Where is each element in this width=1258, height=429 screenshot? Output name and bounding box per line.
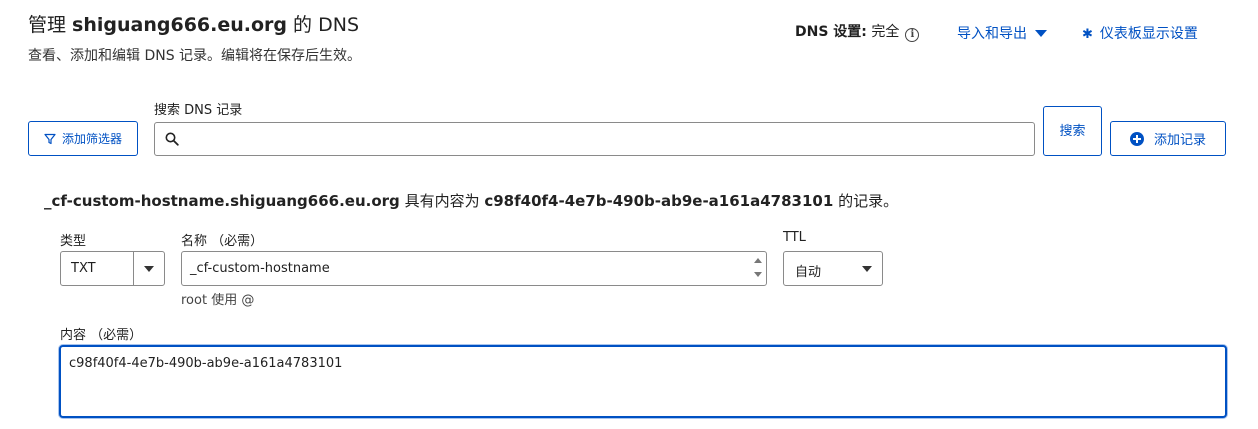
add-record-label: 添加记录 [1153,133,1206,148]
record-end-text: 的记录。 [833,192,899,210]
search-input[interactable] [187,127,1027,151]
dns-setting-value: 完全 [871,24,900,40]
name-spinner[interactable] [752,255,764,282]
content-value: c98f40f4-4e7b-490b-ab9e-a161a4783101 [69,356,343,371]
type-value: TXT [71,261,96,276]
name-hint: root 使用 @ [181,293,255,308]
search-field[interactable] [154,122,1035,156]
type-label: 类型 [60,234,87,249]
search-label: 搜索 DNS 记录 [154,103,243,118]
dns-setting-label: DNS 设置: [795,24,867,40]
info-icon[interactable]: i [905,28,920,42]
ttl-select[interactable]: 自动 [783,251,883,286]
ttl-label: TTL [783,230,806,245]
chevron-down-icon [862,266,872,272]
page-title: 管理 shiguang666.eu.org 的 DNS [28,10,359,37]
name-value: _cf-custom-hostname [190,261,330,276]
spinner-down-icon[interactable] [754,272,762,277]
plus-circle-icon [1129,131,1144,146]
ttl-value: 自动 [795,265,822,280]
record-middle-text: 具有内容为 [399,192,485,210]
type-select-divider [133,252,134,285]
chevron-down-icon [144,266,154,272]
record-content-value: c98f40f4-4e7b-490b-ab9e-a161a4783101 [484,192,834,210]
record-host: _cf-custom-hostname.shiguang666.eu.org [44,192,400,210]
add-filter-button[interactable]: 添加筛选器 [28,121,138,156]
name-label: 名称 （必需） [181,234,264,249]
dns-setting: DNS 设置: 完全 i [795,21,920,42]
content-textarea[interactable]: c98f40f4-4e7b-490b-ab9e-a161a4783101 [59,345,1227,418]
record-description: _cf-custom-hostname.shiguang666.eu.org 具… [44,190,898,211]
page-subtitle: 查看、添加和编辑 DNS 记录。编辑将在保存后生效。 [28,48,362,64]
name-field[interactable]: _cf-custom-hostname [181,251,767,286]
dashboard-display-settings-link[interactable]: ✱ 仪表板显示设置 [1082,23,1198,43]
content-label: 内容 （必需） [60,328,143,343]
gear-icon: ✱ [1082,27,1093,42]
spinner-up-icon[interactable] [754,258,762,263]
add-filter-label: 添加筛选器 [61,132,122,146]
type-select[interactable]: TXT [60,251,165,286]
title-prefix: 管理 [28,14,73,36]
title-suffix: 的 DNS [287,14,359,36]
title-domain: shiguang666.eu.org [72,14,288,36]
search-button[interactable]: 搜索 [1043,106,1102,156]
import-export-dropdown[interactable]: 导入和导出 [957,23,1047,43]
dashboard-settings-label: 仪表板显示设置 [1099,26,1198,42]
import-export-label: 导入和导出 [957,26,1027,42]
caret-down-icon [1035,30,1047,37]
search-icon [165,132,179,146]
search-button-label: 搜索 [1059,123,1086,139]
filter-icon [44,133,56,144]
add-record-button[interactable]: 添加记录 [1110,121,1226,156]
